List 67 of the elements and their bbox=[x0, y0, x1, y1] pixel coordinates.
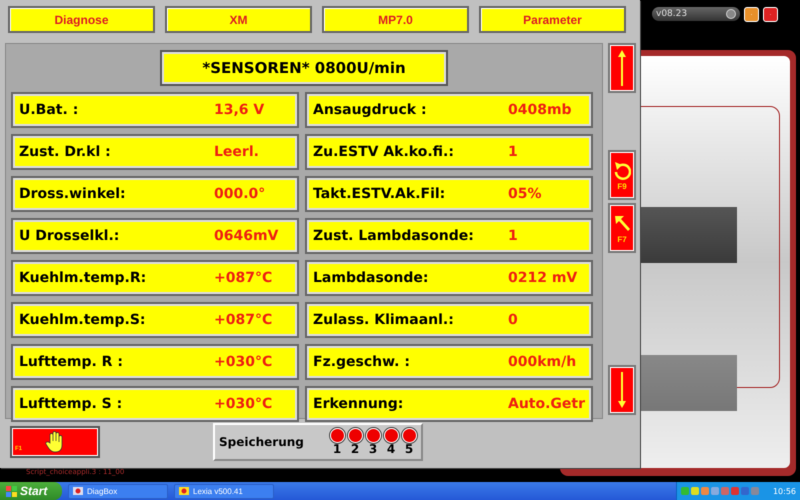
minimize-button[interactable] bbox=[744, 6, 759, 22]
sensor-value: +087°C bbox=[214, 270, 272, 286]
start-button[interactable]: Start bbox=[0, 482, 62, 500]
slot-number: 3 bbox=[368, 443, 378, 456]
menu-tab[interactable]: XM bbox=[165, 6, 312, 33]
sensor-value: 0212 mV bbox=[508, 270, 578, 286]
sensor-label: Kuehlm.temp.S: bbox=[19, 312, 147, 328]
sensor-value: Leerl. bbox=[214, 144, 259, 160]
slot-number: 5 bbox=[404, 443, 414, 456]
down-button[interactable] bbox=[608, 365, 636, 415]
sensor-value: 1 bbox=[508, 144, 518, 160]
sensor-value: +087°C bbox=[214, 312, 272, 328]
slot-number: 2 bbox=[350, 443, 360, 456]
clock: 10:56 bbox=[772, 486, 796, 496]
sensor-label: Lambdasonde: bbox=[313, 270, 430, 286]
panel-title: *SENSOREN* 0800U/min bbox=[160, 50, 448, 86]
memory-slot-icon[interactable] bbox=[330, 428, 344, 443]
menu-tab[interactable]: Parameter bbox=[479, 6, 626, 33]
sensor-value: +030°C bbox=[214, 354, 272, 370]
slot-number: 1 bbox=[332, 443, 342, 456]
knob-icon bbox=[726, 9, 736, 19]
memory-slot-icon[interactable] bbox=[384, 428, 398, 443]
sensor-label: Takt.ESTV.Ak.Fil: bbox=[313, 186, 446, 202]
windows-logo bbox=[6, 486, 17, 496]
sensor-label: Ansaugdruck : bbox=[313, 102, 428, 118]
sensor-label: Zust. Dr.kl : bbox=[19, 144, 112, 160]
sensor-label: U Drosselkl.: bbox=[19, 228, 120, 244]
sensor-label: Zust. Lambdasonde: bbox=[313, 228, 475, 244]
sensor-label: Erkennung: bbox=[313, 396, 404, 412]
app-icon bbox=[73, 487, 83, 495]
sensor-value: 05% bbox=[508, 186, 542, 202]
sensor-label: Kuehlm.temp.R: bbox=[19, 270, 148, 286]
up-arrow-icon bbox=[617, 48, 627, 88]
taskbar-item[interactable]: DiagBox bbox=[68, 484, 168, 498]
sensor-value: 000km/h bbox=[508, 354, 576, 370]
memory-slot-icon[interactable] bbox=[366, 428, 380, 443]
sensor-value: 13,6 V bbox=[214, 102, 264, 118]
taskbar-item[interactable]: Lexia v500.41 bbox=[174, 484, 274, 498]
sensor-value: 000.0° bbox=[214, 186, 266, 202]
sensor-label: Lufttemp. R : bbox=[19, 354, 124, 370]
memory-slot-icon[interactable] bbox=[348, 428, 362, 443]
sensor-label: Zu.ESTV Ak.ko.fi.: bbox=[313, 144, 455, 160]
undo-button[interactable]: F9 bbox=[608, 150, 636, 200]
sensor-value: 1 bbox=[508, 228, 518, 244]
sensor-value: Auto.Getr bbox=[508, 396, 586, 412]
app-icon bbox=[179, 487, 189, 495]
up-button[interactable] bbox=[608, 43, 636, 93]
undo-icon bbox=[613, 160, 631, 182]
sensor-value: 0 bbox=[508, 312, 518, 328]
sensor-label: Dross.winkel: bbox=[19, 186, 127, 202]
version-bar: v08.23 bbox=[652, 7, 740, 21]
sensor-value: +030°C bbox=[214, 396, 272, 412]
sensor-label: Fz.geschw. : bbox=[313, 354, 411, 370]
menu-tab[interactable]: Diagnose bbox=[8, 6, 155, 33]
memory-slot-icon[interactable] bbox=[402, 428, 416, 443]
slot-number: 4 bbox=[386, 443, 396, 456]
sensor-label: U.Bat. : bbox=[19, 102, 80, 118]
hand-icon bbox=[45, 431, 65, 453]
sensor-value: 0408mb bbox=[508, 102, 572, 118]
sensor-label: Lufttemp. S : bbox=[19, 396, 124, 412]
back-button[interactable]: F7 bbox=[608, 203, 636, 253]
sensor-label: Zulass. Klimaanl.: bbox=[313, 312, 455, 328]
menu-tab[interactable]: MP7.0 bbox=[322, 6, 469, 33]
close-button[interactable] bbox=[763, 6, 778, 22]
sensor-value: 0646mV bbox=[214, 228, 278, 244]
memory-label: Speicherung bbox=[219, 435, 305, 449]
down-arrow-icon bbox=[617, 370, 627, 410]
